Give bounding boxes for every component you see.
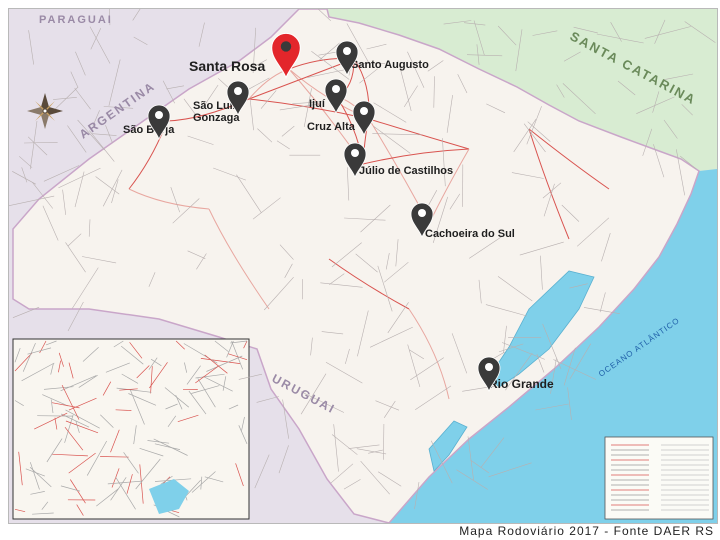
map-pin-dot [155, 111, 163, 119]
map-caption: Mapa Rodoviário 2017 - Fonte DAER RS [459, 524, 714, 538]
map-canvas: PARAGUAI ARGENTINA URUGUAI SANTA CATARIN… [9, 9, 717, 523]
map-pin-dot [360, 107, 368, 115]
map-legend [604, 436, 714, 520]
map-pin-dot [280, 41, 292, 52]
map-pin-dot [234, 87, 242, 95]
road-map: PARAGUAI ARGENTINA URUGUAI SANTA CATARIN… [8, 8, 718, 524]
map-pin-dot [418, 209, 426, 217]
city-label-sao-borja: São Borja [123, 124, 175, 136]
city-label-cachoeira-do-sul: Cachoeira do Sul [425, 228, 515, 240]
city-label-rio-grande: Rio Grande [489, 377, 554, 391]
city-label-ijui: Ijuí [309, 98, 326, 110]
map-pin-dot [343, 47, 351, 55]
city-label-santo-augusto: Santo Augusto [351, 59, 429, 71]
city-label-julio-de-castilhos: Júlio de Castilhos [359, 165, 453, 177]
city-label-cruz-alta: Cruz Alta [307, 121, 356, 133]
label-paraguay: PARAGUAI [39, 14, 113, 26]
map-pin-dot [485, 363, 493, 371]
city-label-sao-luiz-gonzaga-line2: Gonzaga [193, 112, 240, 124]
map-pin-dot [351, 149, 359, 157]
map-pin-dot [332, 85, 340, 93]
city-label-santa-rosa: Santa Rosa [189, 58, 265, 74]
